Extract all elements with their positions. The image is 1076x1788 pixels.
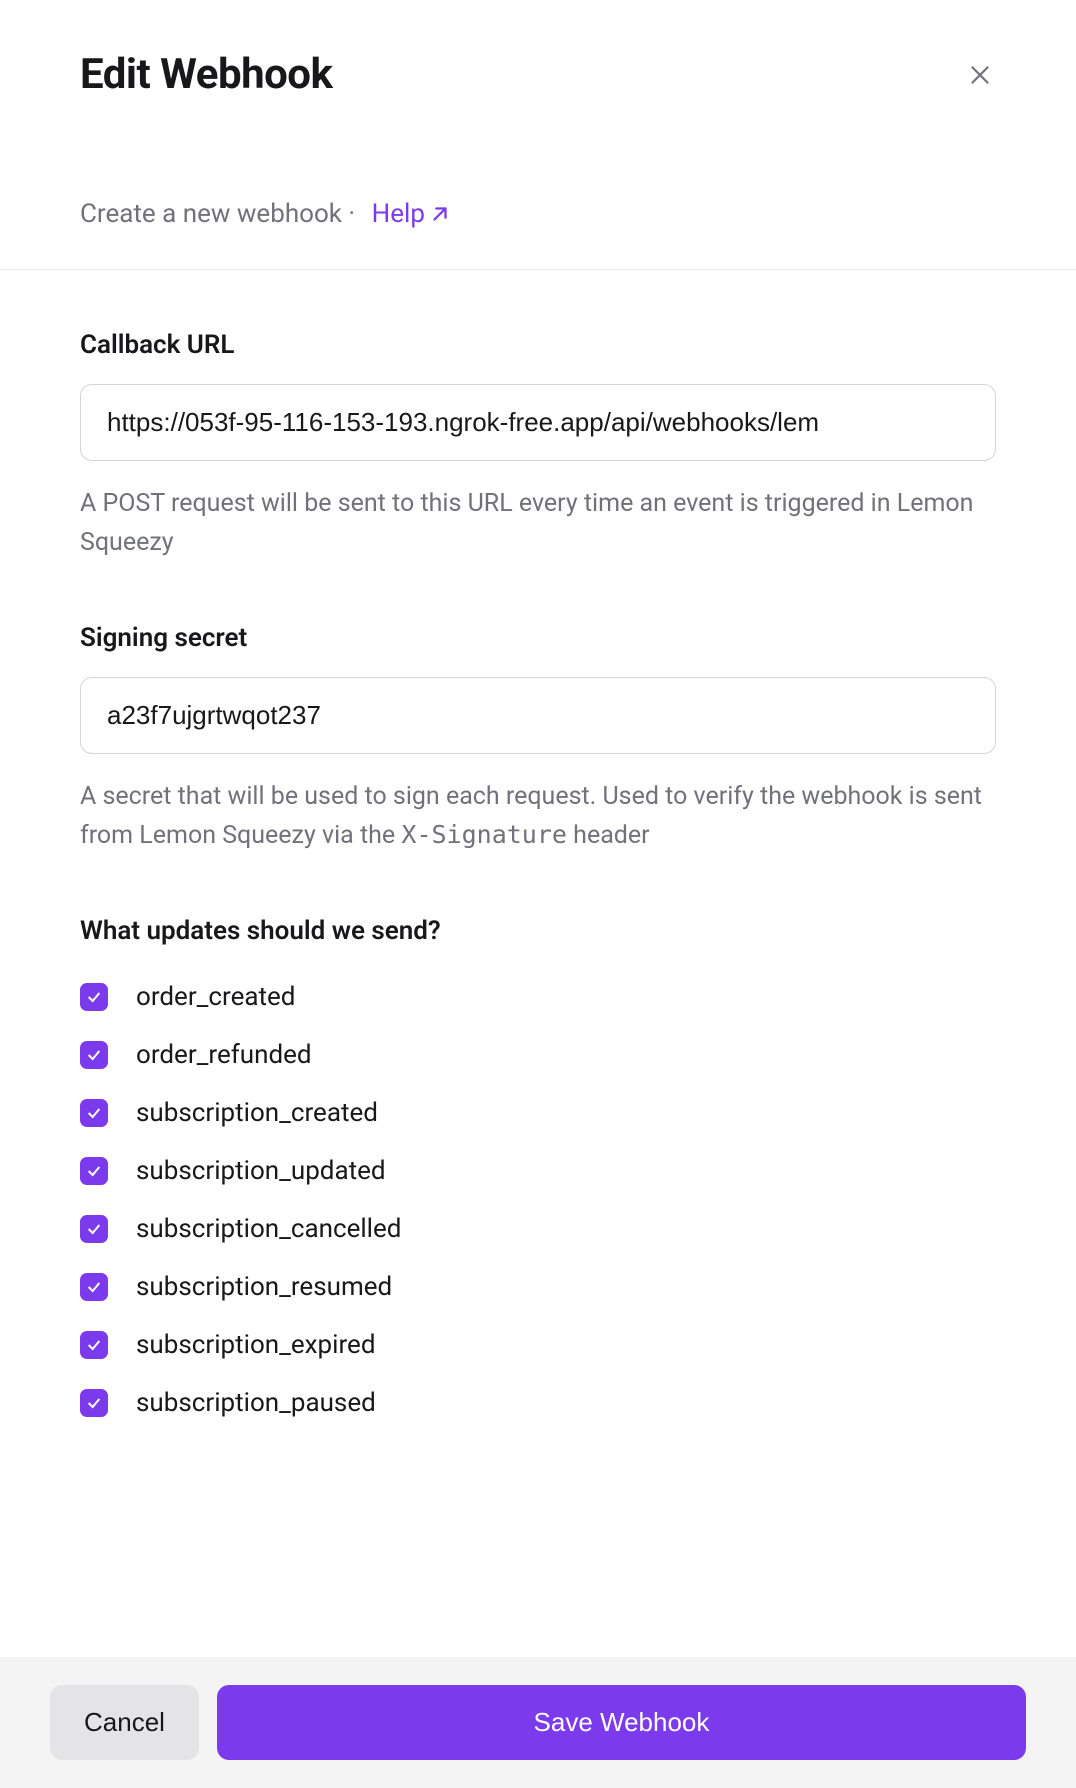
checkbox-label: subscription_expired <box>136 1330 375 1360</box>
signing-secret-field: Signing secret A secret that will be use… <box>80 623 996 857</box>
close-icon <box>967 62 993 88</box>
x-signature-code: X-Signature <box>401 820 567 849</box>
check-icon <box>86 1279 102 1295</box>
check-icon <box>86 989 102 1005</box>
checkbox[interactable] <box>80 1389 108 1417</box>
check-icon <box>86 1337 102 1353</box>
callback-url-input[interactable] <box>80 384 996 461</box>
cancel-button[interactable]: Cancel <box>50 1685 199 1760</box>
events-checkbox-list: order_created order_refunded subscription_… <box>80 982 996 1418</box>
dialog-content: Callback URL A POST request will be sent… <box>0 270 1076 1657</box>
event-checkbox-subscription_cancelled[interactable]: subscription_cancelled <box>80 1214 996 1244</box>
checkbox[interactable] <box>80 1099 108 1127</box>
checkbox[interactable] <box>80 1157 108 1185</box>
checkbox[interactable] <box>80 983 108 1011</box>
external-link-icon <box>429 203 451 225</box>
check-icon <box>86 1221 102 1237</box>
help-link[interactable]: Help <box>372 199 451 229</box>
dialog-title: Edit Webhook <box>80 50 332 99</box>
check-icon <box>86 1047 102 1063</box>
check-icon <box>86 1105 102 1121</box>
event-checkbox-order_refunded[interactable]: order_refunded <box>80 1040 996 1070</box>
signing-secret-input[interactable] <box>80 677 996 754</box>
signing-secret-label: Signing secret <box>80 623 996 653</box>
checkbox[interactable] <box>80 1273 108 1301</box>
checkbox-label: subscription_resumed <box>136 1272 392 1302</box>
events-label: What updates should we send? <box>80 916 996 946</box>
event-checkbox-subscription_created[interactable]: subscription_created <box>80 1098 996 1128</box>
callback-url-field: Callback URL A POST request will be sent… <box>80 330 996 563</box>
events-field: What updates should we send? order_creat… <box>80 916 996 1418</box>
dialog-subtitle: Create a new webhook · Help <box>80 199 996 229</box>
checkbox[interactable] <box>80 1041 108 1069</box>
checkbox-label: subscription_updated <box>136 1156 386 1186</box>
subtitle-text: Create a new webhook <box>80 199 342 229</box>
callback-url-help: A POST request will be sent to this URL … <box>80 485 996 563</box>
event-checkbox-order_created[interactable]: order_created <box>80 982 996 1012</box>
dialog-footer: Cancel Save Webhook <box>0 1657 1076 1788</box>
event-checkbox-subscription_resumed[interactable]: subscription_resumed <box>80 1272 996 1302</box>
checkbox-label: subscription_created <box>136 1098 378 1128</box>
checkbox-label: subscription_paused <box>136 1388 376 1418</box>
event-checkbox-subscription_expired[interactable]: subscription_expired <box>80 1330 996 1360</box>
event-checkbox-subscription_updated[interactable]: subscription_updated <box>80 1156 996 1186</box>
close-button[interactable] <box>964 59 996 91</box>
checkbox[interactable] <box>80 1215 108 1243</box>
check-icon <box>86 1395 102 1411</box>
checkbox-label: order_created <box>136 982 295 1012</box>
checkbox-label: subscription_cancelled <box>136 1214 401 1244</box>
dialog-header: Edit Webhook Create a new webhook · Help <box>0 0 1076 270</box>
callback-url-label: Callback URL <box>80 330 996 360</box>
help-link-label: Help <box>372 199 425 229</box>
checkbox-label: order_refunded <box>136 1040 312 1070</box>
signing-secret-help: A secret that will be used to sign each … <box>80 778 996 857</box>
check-icon <box>86 1163 102 1179</box>
save-button[interactable]: Save Webhook <box>217 1685 1026 1760</box>
event-checkbox-subscription_paused[interactable]: subscription_paused <box>80 1388 996 1418</box>
checkbox[interactable] <box>80 1331 108 1359</box>
